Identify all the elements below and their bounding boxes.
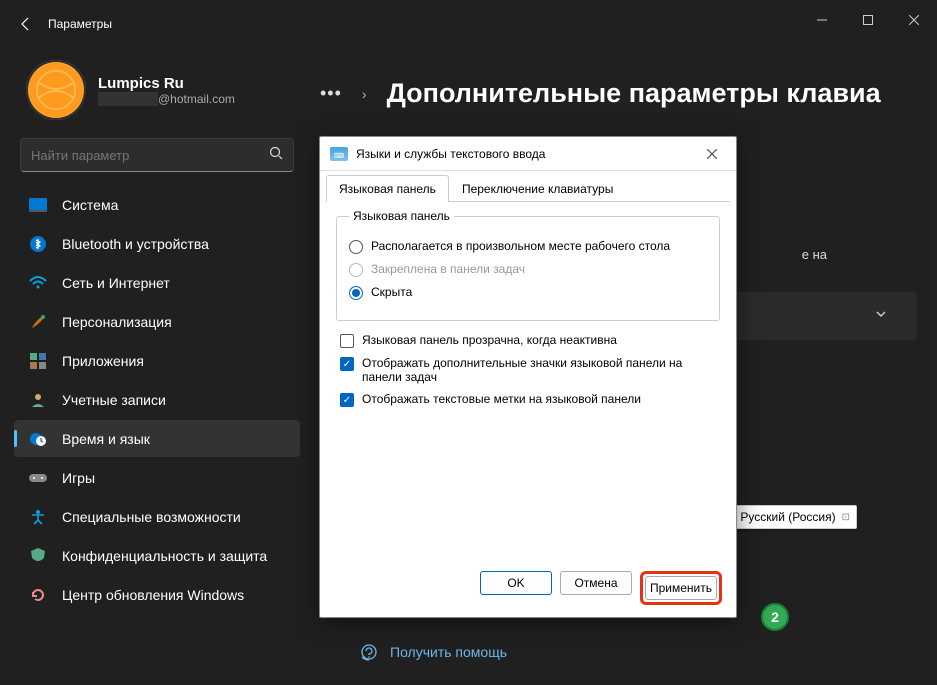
back-button[interactable] [8, 6, 44, 42]
check-extra-icons[interactable]: ✓Отображать дополнительные значки языков… [340, 356, 716, 384]
sidebar-item-system[interactable]: Система [14, 186, 300, 223]
minimize-button[interactable] [799, 0, 845, 40]
clock-globe-icon [28, 429, 48, 449]
sidebar-item-time-language[interactable]: Время и язык [14, 420, 300, 457]
system-icon [28, 195, 48, 215]
dialog-tabs: Языковая панель Переключение клавиатуры [320, 171, 736, 202]
dialog-close-button[interactable] [698, 142, 726, 166]
nav-list: Система Bluetooth и устройства Сеть и Ин… [14, 186, 300, 613]
brush-icon [28, 312, 48, 332]
keyboard-globe-icon: ⌨ [330, 147, 348, 161]
languages-dialog: ⌨ Языки и службы текстового ввода Языков… [319, 136, 737, 618]
sidebar-item-network[interactable]: Сеть и Интернет [14, 264, 300, 301]
search-box[interactable] [20, 138, 294, 172]
help-link[interactable]: Получить помощь [360, 643, 507, 661]
accessibility-icon [28, 507, 48, 527]
apply-button[interactable]: Применить [645, 576, 717, 600]
close-button[interactable] [891, 0, 937, 40]
page-title: Дополнительные параметры клавиа [387, 78, 881, 109]
group-label: Языковая панель [349, 209, 454, 223]
avatar [26, 60, 86, 120]
profile-block[interactable]: Lumpics Ru xxxxxxxxxx@hotmail.com [26, 60, 294, 120]
wifi-icon [28, 273, 48, 293]
sidebar-item-apps[interactable]: Приложения [14, 342, 300, 379]
titlebar: Параметры [0, 0, 937, 48]
step-badge: 2 [761, 603, 789, 631]
sidebar-item-accounts[interactable]: Учетные записи [14, 381, 300, 418]
apply-button-highlight: Применить [640, 571, 722, 605]
window-controls [799, 0, 937, 40]
apps-icon [28, 351, 48, 371]
breadcrumb-overflow[interactable]: ••• [320, 83, 342, 104]
sidebar-item-bluetooth[interactable]: Bluetooth и устройства [14, 225, 300, 262]
person-icon [28, 390, 48, 410]
maximize-button[interactable] [845, 0, 891, 40]
sidebar-item-update[interactable]: Центр обновления Windows [14, 576, 300, 613]
bluetooth-icon [28, 234, 48, 254]
dialog-buttons: OK Отмена Применить [480, 571, 722, 605]
sidebar: Lumpics Ru xxxxxxxxxx@hotmail.com Систем… [0, 48, 310, 685]
tab-language-bar[interactable]: Языковая панель [326, 175, 449, 202]
help-icon [360, 643, 378, 661]
check-text-labels[interactable]: ✓Отображать текстовые метки на языковой … [340, 392, 716, 407]
radio-hidden[interactable]: Скрыта [349, 285, 707, 300]
window-title: Параметры [48, 17, 112, 31]
profile-email: @hotmail.com [158, 92, 235, 106]
tab-keyboard-switch[interactable]: Переключение клавиатуры [449, 175, 626, 202]
settings-window: Параметры Lumpics Ru [0, 0, 937, 685]
language-bar-group: Языковая панель Располагается в произвол… [336, 216, 720, 321]
radio-floating[interactable]: Располагается в произвольном месте рабоч… [349, 239, 707, 254]
dialog-titlebar: ⌨ Языки и службы текстового ввода [320, 137, 736, 171]
search-input[interactable] [31, 148, 269, 163]
shield-icon [28, 546, 48, 566]
cancel-button[interactable]: Отмена [560, 571, 632, 595]
chevron-down-icon [875, 307, 887, 325]
breadcrumb: ••• › Дополнительные параметры клавиа [320, 78, 917, 109]
check-transparent[interactable]: Языковая панель прозрачна, когда неактив… [340, 333, 716, 348]
sidebar-item-gaming[interactable]: Игры [14, 459, 300, 496]
ok-button[interactable]: OK [480, 571, 552, 595]
profile-name: Lumpics Ru [98, 75, 235, 92]
dialog-title: Языки и службы текстового ввода [356, 147, 698, 161]
sidebar-item-personalization[interactable]: Персонализация [14, 303, 300, 340]
search-icon [269, 146, 283, 165]
radio-docked: Закреплена в панели задач [349, 262, 707, 277]
sidebar-item-privacy[interactable]: Конфиденциальность и защита [14, 537, 300, 574]
gamepad-icon [28, 468, 48, 488]
sidebar-item-accessibility[interactable]: Специальные возможности [14, 498, 300, 535]
chevron-right-icon: › [362, 86, 367, 102]
update-icon [28, 585, 48, 605]
grip-icon-2: ⊡ [842, 512, 848, 523]
